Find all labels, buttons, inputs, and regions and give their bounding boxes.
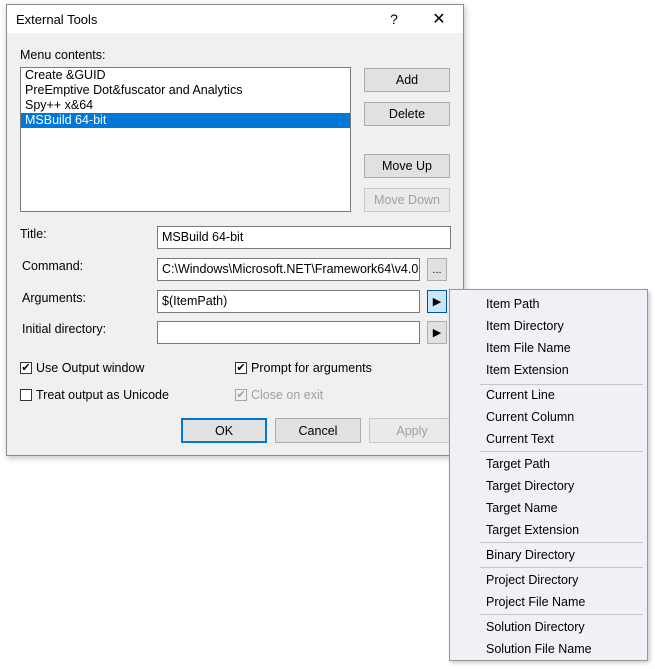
- list-item[interactable]: PreEmptive Dot&fuscator and Analytics: [21, 83, 350, 98]
- menu-contents-list[interactable]: Create &GUID PreEmptive Dot&fuscator and…: [20, 67, 351, 212]
- title-field[interactable]: MSBuild 64-bit: [157, 226, 451, 249]
- move-down-button[interactable]: Move Down: [364, 188, 450, 212]
- use-output-window-checkbox[interactable]: ✔ Use Output window: [20, 361, 144, 375]
- prompt-for-arguments-checkbox[interactable]: ✔ Prompt for arguments: [235, 361, 372, 375]
- list-item-selected[interactable]: MSBuild 64-bit: [21, 113, 350, 128]
- add-button[interactable]: Add: [364, 68, 450, 92]
- move-up-button[interactable]: Move Up: [364, 154, 450, 178]
- help-button[interactable]: ?: [376, 5, 412, 33]
- cancel-button[interactable]: Cancel: [275, 418, 361, 443]
- close-on-exit-checkbox[interactable]: ✔ Close on exit: [235, 388, 323, 402]
- menu-icon-strip: [450, 290, 478, 660]
- initial-directory-label: Initial directory:: [22, 322, 107, 336]
- checkbox-box: [20, 389, 32, 401]
- menu-item-binary-directory[interactable]: Binary Directory: [486, 544, 575, 566]
- menu-item-item-directory[interactable]: Item Directory: [486, 315, 564, 337]
- title-label: Title:: [20, 227, 47, 241]
- arguments-macro-menu: Item Path Item Directory Item File Name …: [449, 289, 648, 661]
- menu-item-project-file-name[interactable]: Project File Name: [486, 591, 585, 613]
- arguments-menu-arrow-icon[interactable]: ▶: [427, 290, 447, 313]
- initial-directory-field[interactable]: [157, 321, 420, 344]
- checkbox-check-icon: ✔: [235, 361, 247, 374]
- menu-item-solution-directory[interactable]: Solution Directory: [486, 616, 585, 638]
- menu-separator: [480, 614, 643, 615]
- list-item[interactable]: Create &GUID: [21, 68, 350, 83]
- menu-contents-label: Menu contents:: [20, 48, 106, 62]
- menu-separator: [480, 542, 643, 543]
- menu-item-target-path[interactable]: Target Path: [486, 453, 550, 475]
- menu-separator: [480, 567, 643, 568]
- ok-button[interactable]: OK: [181, 418, 267, 443]
- treat-output-unicode-checkbox[interactable]: Treat output as Unicode: [20, 388, 169, 402]
- delete-button[interactable]: Delete: [364, 102, 450, 126]
- menu-item-item-extension[interactable]: Item Extension: [486, 359, 569, 381]
- menu-separator: [480, 451, 643, 452]
- menu-item-target-extension[interactable]: Target Extension: [486, 519, 579, 541]
- dialog-title: External Tools: [16, 12, 98, 27]
- menu-item-project-directory[interactable]: Project Directory: [486, 569, 578, 591]
- command-field[interactable]: C:\Windows\Microsoft.NET\Framework64\v4.…: [157, 258, 420, 281]
- menu-item-current-line[interactable]: Current Line: [486, 384, 555, 406]
- menu-item-item-file-name[interactable]: Item File Name: [486, 337, 571, 359]
- menu-item-solution-file-name[interactable]: Solution File Name: [486, 638, 592, 660]
- checkbox-check-icon: ✔: [20, 361, 32, 374]
- checkbox-check-icon: ✔: [235, 388, 247, 401]
- menu-item-item-path[interactable]: Item Path: [486, 293, 540, 315]
- close-icon[interactable]: ✕: [421, 5, 457, 33]
- browse-button[interactable]: ...: [427, 258, 447, 281]
- menu-item-target-name[interactable]: Target Name: [486, 497, 558, 519]
- list-item[interactable]: Spy++ x&64: [21, 98, 350, 113]
- menu-item-target-directory[interactable]: Target Directory: [486, 475, 574, 497]
- checkbox-label: Close on exit: [251, 388, 324, 402]
- menu-item-current-text[interactable]: Current Text: [486, 428, 554, 450]
- title-bar: External Tools ? ✕: [7, 5, 463, 33]
- menu-item-current-column[interactable]: Current Column: [486, 406, 574, 428]
- checkbox-label: Treat output as Unicode: [36, 388, 169, 402]
- arguments-field[interactable]: $(ItemPath): [157, 290, 420, 313]
- checkbox-label: Use Output window: [36, 361, 145, 375]
- apply-button[interactable]: Apply: [369, 418, 455, 443]
- initial-directory-arrow-icon[interactable]: ▶: [427, 321, 447, 344]
- command-label: Command:: [22, 259, 84, 273]
- checkbox-label: Prompt for arguments: [251, 361, 372, 375]
- external-tools-dialog: External Tools ? ✕ Menu contents: Create…: [6, 4, 464, 456]
- arguments-label: Arguments:: [22, 291, 86, 305]
